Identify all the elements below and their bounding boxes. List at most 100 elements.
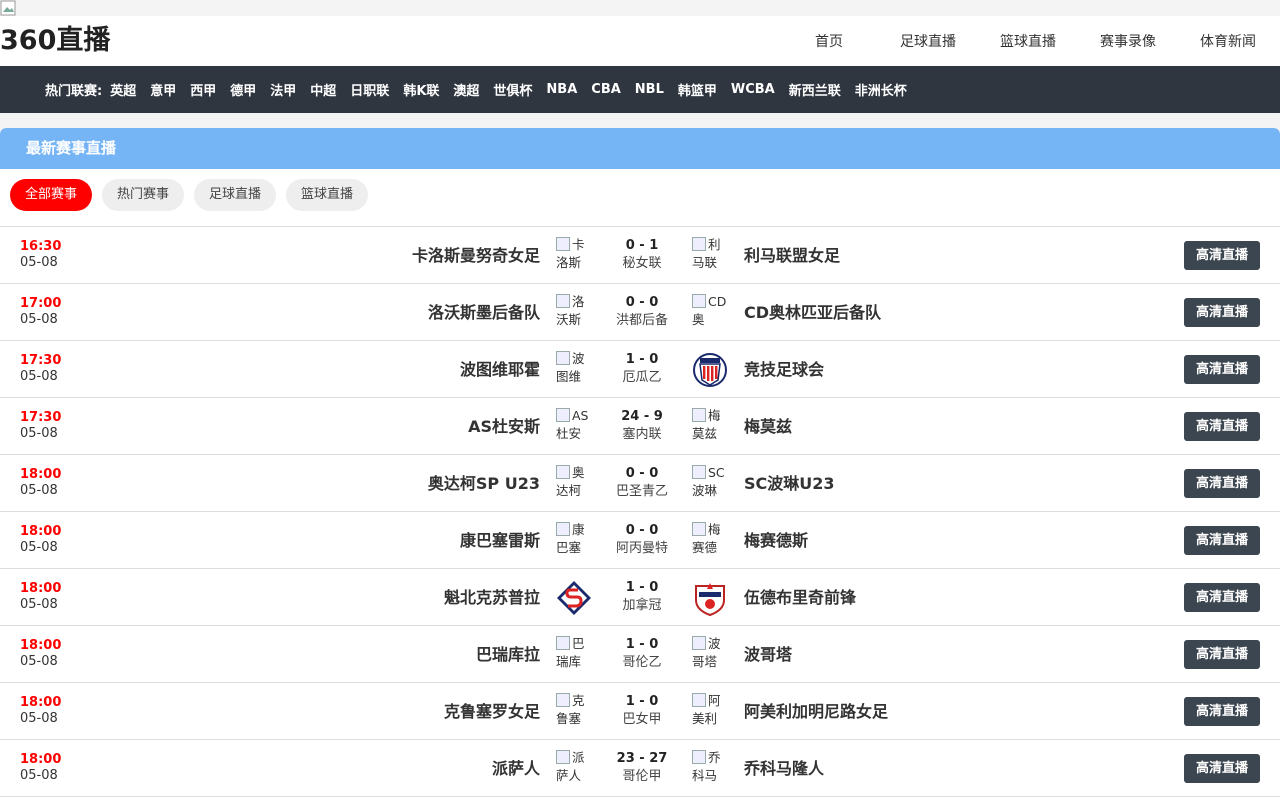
away-team-logo: CD奥 (692, 293, 732, 333)
match-score: 23 - 27 (616, 751, 668, 766)
hd-live-button[interactable]: 高清直播 (1184, 526, 1260, 555)
away-team-name[interactable]: 伍德布里奇前锋 (744, 587, 856, 609)
away-team-name[interactable]: 利马联盟女足 (744, 245, 840, 267)
away-team-name[interactable]: 波哥塔 (744, 644, 792, 666)
match-date: 05-08 (20, 312, 58, 327)
match-time: 17:30 (20, 410, 62, 425)
league-link[interactable]: 中超 (310, 80, 336, 99)
match-league[interactable]: 巴女甲 (602, 711, 682, 729)
league-link[interactable]: CBA (591, 82, 621, 97)
match-league[interactable]: 秘女联 (602, 255, 682, 273)
match-time: 18:00 (20, 467, 62, 482)
league-link[interactable]: NBL (635, 82, 664, 97)
away-team-name[interactable]: SC波琳U23 (744, 473, 835, 495)
match-time: 18:00 (20, 524, 62, 539)
home-team-logo: 卡洛斯 (556, 236, 596, 276)
match-league[interactable]: 塞内联 (602, 426, 682, 444)
filter-tabs: 全部赛事 热门赛事 足球直播 篮球直播 (10, 179, 378, 211)
nav-home[interactable]: 首页 (815, 32, 843, 52)
match-time: 17:00 (20, 296, 62, 311)
hd-live-button[interactable]: 高清直播 (1184, 469, 1260, 498)
match-league[interactable]: 哥伦甲 (602, 768, 682, 786)
home-team-name[interactable]: 卡洛斯曼努奇女足 (412, 245, 540, 267)
tab-basketball-live[interactable]: 篮球直播 (286, 179, 369, 211)
nav-football-live[interactable]: 足球直播 (900, 32, 956, 52)
broken-image-icon (692, 237, 706, 251)
match-row: 17:30 05-08 波图维耶霍 波图维 1 - 0 厄瓜乙 竞技足球会 高清直播 (0, 341, 1280, 398)
match-league[interactable]: 洪都后备 (602, 312, 682, 330)
match-date: 05-08 (20, 654, 58, 669)
league-link[interactable]: 韩篮甲 (678, 80, 717, 99)
league-link[interactable]: WCBA (731, 82, 775, 97)
broken-image-icon (556, 750, 570, 764)
match-date: 05-08 (20, 597, 58, 612)
match-time: 16:30 (20, 239, 62, 254)
match-row: 17:00 05-08 洛沃斯墨后备队 洛沃斯 0 - 0 洪都后备 CD奥 CD奥林匹亚后备… (0, 284, 1280, 341)
home-team-name[interactable]: 奥达柯SP U23 (428, 473, 540, 495)
away-team-logo: 阿美利 (692, 692, 732, 732)
hd-live-button[interactable]: 高清直播 (1184, 697, 1260, 726)
match-row: 18:00 05-08 康巴塞雷斯 康巴塞 0 - 0 阿丙曼特 梅赛德 梅赛德斯 高清直播 (0, 512, 1280, 569)
tab-hot-matches[interactable]: 热门赛事 (102, 179, 185, 211)
league-link[interactable]: 韩K联 (403, 80, 439, 99)
match-league[interactable]: 哥伦乙 (602, 654, 682, 672)
match-time: 18:00 (20, 638, 62, 653)
hd-live-button[interactable]: 高清直播 (1184, 241, 1260, 270)
home-team-name[interactable]: 克鲁塞罗女足 (444, 701, 540, 723)
match-league[interactable]: 厄瓜乙 (602, 369, 682, 387)
league-link[interactable]: 法甲 (270, 80, 296, 99)
broken-image-icon (556, 636, 570, 650)
league-link[interactable]: 英超 (110, 80, 136, 99)
away-team-logo: 波哥塔 (692, 635, 732, 675)
match-row: 17:30 05-08 AS杜安斯 AS杜安 24 - 9 塞内联 梅莫兹 梅莫兹 高清直播 (0, 398, 1280, 455)
tab-football-live[interactable]: 足球直播 (194, 179, 277, 211)
match-league[interactable]: 阿丙曼特 (602, 540, 682, 558)
hd-live-button[interactable]: 高清直播 (1184, 412, 1260, 441)
hd-live-button[interactable]: 高清直播 (1184, 355, 1260, 384)
league-link[interactable]: 日职联 (350, 80, 389, 99)
match-time: 18:00 (20, 581, 62, 596)
nav-sports-news[interactable]: 体育新闻 (1200, 32, 1256, 52)
league-link[interactable]: 意甲 (150, 80, 176, 99)
league-link[interactable]: 西甲 (190, 80, 216, 99)
hd-live-button[interactable]: 高清直播 (1184, 298, 1260, 327)
home-team-logo: 洛沃斯 (556, 293, 596, 333)
hd-live-button[interactable]: 高清直播 (1184, 583, 1260, 612)
match-league[interactable]: 巴圣青乙 (602, 483, 682, 501)
league-link[interactable]: 非洲长杯 (855, 80, 907, 99)
nav-basketball-live[interactable]: 篮球直播 (1000, 32, 1056, 52)
broken-image-icon (556, 351, 570, 365)
league-link[interactable]: NBA (546, 82, 577, 97)
home-team-name[interactable]: 派萨人 (492, 758, 540, 780)
league-link[interactable]: 德甲 (230, 80, 256, 99)
home-team-logo: 康巴塞 (556, 521, 596, 561)
home-team-name[interactable]: 巴瑞库拉 (476, 644, 540, 666)
broken-image-icon (692, 750, 706, 764)
home-team-name[interactable]: 波图维耶霍 (460, 359, 540, 381)
match-date: 05-08 (20, 483, 58, 498)
match-time: 18:00 (20, 752, 62, 767)
home-team-logo: 巴瑞库 (556, 635, 596, 675)
league-link[interactable]: 世俱杯 (493, 80, 532, 99)
broken-image-icon (556, 465, 570, 479)
match-league[interactable]: 加拿冠 (602, 597, 682, 615)
away-team-name[interactable]: CD奥林匹亚后备队 (744, 302, 881, 324)
away-team-name[interactable]: 乔科马隆人 (744, 758, 824, 780)
away-team-name[interactable]: 阿美利加明尼路女足 (744, 701, 888, 723)
home-team-name[interactable]: AS杜安斯 (468, 416, 540, 438)
hd-live-button[interactable]: 高清直播 (1184, 754, 1260, 783)
away-team-name[interactable]: 竞技足球会 (744, 359, 824, 381)
match-date: 05-08 (20, 768, 58, 783)
broken-image-icon (692, 294, 706, 308)
league-link[interactable]: 澳超 (453, 80, 479, 99)
tab-all-matches[interactable]: 全部赛事 (10, 179, 93, 211)
league-link[interactable]: 新西兰联 (789, 80, 841, 99)
home-team-name[interactable]: 康巴塞雷斯 (460, 530, 540, 552)
home-team-name[interactable]: 洛沃斯墨后备队 (428, 302, 540, 324)
away-team-name[interactable]: 梅赛德斯 (744, 530, 808, 552)
broken-image-icon (692, 465, 706, 479)
away-team-name[interactable]: 梅莫兹 (744, 416, 792, 438)
hd-live-button[interactable]: 高清直播 (1184, 640, 1260, 669)
nav-match-replays[interactable]: 赛事录像 (1100, 32, 1156, 52)
home-team-name[interactable]: 魁北克苏普拉 (444, 587, 540, 609)
